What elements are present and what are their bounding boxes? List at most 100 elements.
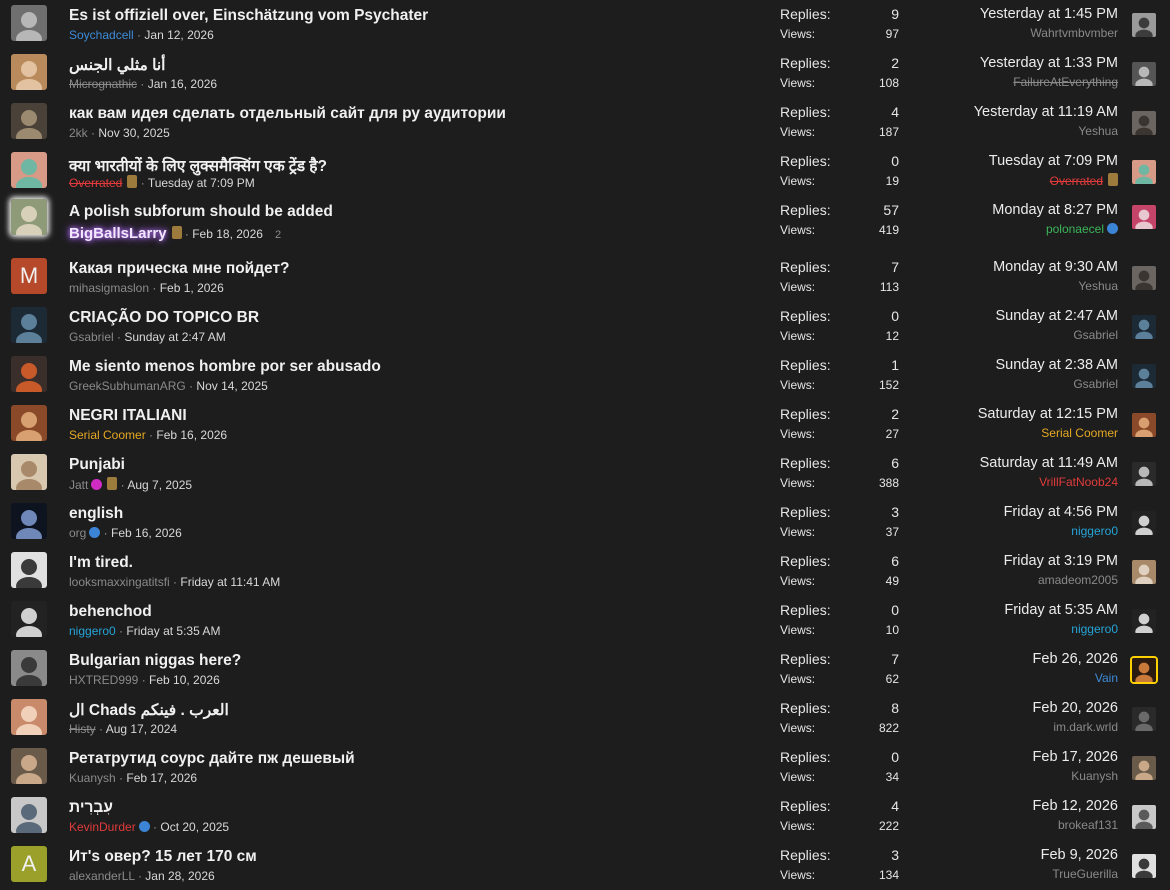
last-post-user[interactable]: niggero0 xyxy=(1071,622,1118,636)
last-post-avatar[interactable] xyxy=(1132,413,1156,437)
avatar[interactable] xyxy=(11,699,47,735)
last-post-date[interactable]: Sunday at 2:38 AM xyxy=(995,357,1118,373)
thread-author[interactable]: Histy xyxy=(69,722,96,736)
last-post-avatar[interactable] xyxy=(1132,707,1156,731)
avatar[interactable] xyxy=(11,601,47,637)
thread-title[interactable]: أنا مثلي الجنس xyxy=(69,56,165,75)
thread-date[interactable]: Jan 12, 2026 xyxy=(144,28,213,42)
avatar[interactable] xyxy=(11,650,47,686)
thread-row[interactable]: Punjabi Jatt · Aug 7, 2025 Replies: Views: 6… xyxy=(0,449,1170,498)
thread-author[interactable]: HXTRED999 xyxy=(69,673,138,687)
thread-date[interactable]: Feb 16, 2026 xyxy=(111,526,182,540)
thread-row[interactable]: Bulgarian niggas here? HXTRED999 · Feb 10… xyxy=(0,645,1170,694)
thread-row[interactable]: أنا مثلي الجنس Micrognathic · Jan 16, 202… xyxy=(0,49,1170,98)
thread-row[interactable]: A polish subforum should be added BigBall… xyxy=(0,196,1170,253)
last-post-avatar[interactable] xyxy=(1132,560,1156,584)
thread-title[interactable]: NEGRI ITALIANI xyxy=(69,407,187,425)
thread-row[interactable]: как вам идея сделать отдельный сайт для … xyxy=(0,98,1170,147)
thread-date[interactable]: Aug 7, 2025 xyxy=(127,478,192,492)
last-post-user[interactable]: Gsabriel xyxy=(1073,377,1118,391)
thread-author[interactable]: Serial Coomer xyxy=(69,428,146,442)
thread-author[interactable]: GreekSubhumanARG xyxy=(69,379,186,393)
thread-author[interactable]: Kuanysh xyxy=(69,771,116,785)
avatar[interactable] xyxy=(11,552,47,588)
last-post-avatar[interactable] xyxy=(1132,756,1156,780)
thread-title[interactable]: Es ist offiziell over, Einschätzung vom … xyxy=(69,7,428,25)
last-post-user[interactable]: Wahrtvmbvmber xyxy=(1030,26,1118,40)
thread-row[interactable]: CRIAÇÃO DO TOPICO BR Gsabriel · Sunday at… xyxy=(0,302,1170,351)
thread-date[interactable]: Aug 17, 2024 xyxy=(106,722,177,736)
thread-author[interactable]: BigBallsLarry xyxy=(69,225,167,242)
avatar[interactable]: A xyxy=(11,846,47,882)
thread-author[interactable]: Micrognathic xyxy=(69,77,137,91)
last-post-date[interactable]: Feb 26, 2026 xyxy=(1033,651,1118,667)
last-post-user[interactable]: FailureAtEverything xyxy=(1013,75,1118,89)
thread-title[interactable]: עִבְרִית xyxy=(69,799,113,817)
thread-title[interactable]: ال Chads العرب . فينكم xyxy=(69,701,229,720)
thread-date[interactable]: Feb 18, 2026 xyxy=(192,227,263,241)
avatar[interactable] xyxy=(11,797,47,833)
thread-row[interactable]: A Ит's овер? 15 лет 170 см alexanderLL · J… xyxy=(0,841,1170,890)
page-link[interactable]: 2 xyxy=(275,229,281,241)
thread-title[interactable]: Ретатрутид соурс дайте пж дешевый xyxy=(69,750,355,768)
thread-row[interactable]: NEGRI ITALIANI Serial Coomer · Feb 16, 20… xyxy=(0,400,1170,449)
thread-date[interactable]: Friday at 5:35 AM xyxy=(126,624,220,638)
last-post-avatar[interactable] xyxy=(1132,160,1156,184)
thread-title[interactable]: Me siento menos hombre por ser abusado xyxy=(69,358,381,376)
thread-row[interactable]: Me siento menos hombre por ser abusado Gr… xyxy=(0,351,1170,400)
thread-row[interactable]: english org · Feb 16, 2026 Replies: Views: 3… xyxy=(0,498,1170,547)
last-post-date[interactable]: Friday at 5:35 AM xyxy=(1004,602,1118,618)
last-post-user[interactable]: Kuanysh xyxy=(1071,769,1118,783)
thread-title[interactable]: как вам идея сделать отдельный сайт для … xyxy=(69,105,506,123)
thread-row[interactable]: M Какая прическа мне пойдет? mihasigmaslon… xyxy=(0,253,1170,302)
last-post-date[interactable]: Feb 12, 2026 xyxy=(1033,798,1118,814)
thread-row[interactable]: Ретатрутид соурс дайте пж дешевый Kuanysh… xyxy=(0,743,1170,792)
last-post-user[interactable]: polonaecel xyxy=(1046,222,1104,236)
last-post-user[interactable]: im.dark.wrld xyxy=(1053,720,1118,734)
thread-row[interactable]: I'm tired. looksmaxxingatitsfi · Friday a… xyxy=(0,547,1170,596)
last-post-date[interactable]: Yesterday at 1:45 PM xyxy=(980,6,1118,22)
last-post-user[interactable]: Vain xyxy=(1095,671,1118,685)
thread-title[interactable]: A polish subforum should be added xyxy=(69,203,333,221)
thread-author[interactable]: org xyxy=(69,526,86,540)
thread-title[interactable]: english xyxy=(69,505,123,523)
last-post-user[interactable]: amadeom2005 xyxy=(1038,573,1118,587)
thread-row[interactable]: Es ist offiziell over, Einschätzung vom … xyxy=(0,0,1170,49)
thread-date[interactable]: Feb 1, 2026 xyxy=(160,281,224,295)
thread-title[interactable]: Какая прическа мне пойдет? xyxy=(69,260,290,278)
last-post-avatar[interactable] xyxy=(1132,462,1156,486)
thread-date[interactable]: Feb 16, 2026 xyxy=(156,428,227,442)
last-post-date[interactable]: Sunday at 2:47 AM xyxy=(995,308,1118,324)
last-post-user[interactable]: niggero0 xyxy=(1071,524,1118,538)
last-post-avatar[interactable] xyxy=(1132,511,1156,535)
last-post-user[interactable]: VrillFatNoob24 xyxy=(1039,475,1118,489)
avatar[interactable] xyxy=(11,199,47,235)
last-post-date[interactable]: Monday at 9:30 AM xyxy=(993,259,1118,275)
thread-title[interactable]: Punjabi xyxy=(69,456,125,474)
thread-date[interactable]: Feb 10, 2026 xyxy=(149,673,220,687)
thread-title[interactable]: I'm tired. xyxy=(69,554,133,572)
avatar[interactable] xyxy=(11,454,47,490)
thread-title[interactable]: Ит's овер? 15 лет 170 см xyxy=(69,848,257,866)
avatar[interactable] xyxy=(11,356,47,392)
last-post-date[interactable]: Feb 20, 2026 xyxy=(1033,700,1118,716)
last-post-date[interactable]: Yesterday at 1:33 PM xyxy=(980,55,1118,71)
last-post-date[interactable]: Feb 17, 2026 xyxy=(1033,749,1118,765)
last-post-user[interactable]: Yeshua xyxy=(1078,279,1118,293)
thread-title[interactable]: CRIAÇÃO DO TOPICO BR xyxy=(69,309,259,327)
avatar[interactable] xyxy=(11,503,47,539)
thread-date[interactable]: Feb 17, 2026 xyxy=(126,771,197,785)
last-post-date[interactable]: Tuesday at 7:09 PM xyxy=(989,153,1118,169)
thread-author[interactable]: Overrated xyxy=(69,176,122,190)
thread-author[interactable]: Gsabriel xyxy=(69,330,114,344)
thread-date[interactable]: Nov 30, 2025 xyxy=(98,126,169,140)
avatar[interactable] xyxy=(11,405,47,441)
last-post-avatar[interactable] xyxy=(1132,609,1156,633)
last-post-avatar[interactable] xyxy=(1132,111,1156,135)
last-post-user[interactable]: brokeaf131 xyxy=(1058,818,1118,832)
last-post-user[interactable]: Yeshua xyxy=(1078,124,1118,138)
thread-author[interactable]: mihasigmaslon xyxy=(69,281,149,295)
avatar[interactable] xyxy=(11,307,47,343)
thread-author[interactable]: niggero0 xyxy=(69,624,116,638)
last-post-avatar[interactable] xyxy=(1132,658,1156,682)
